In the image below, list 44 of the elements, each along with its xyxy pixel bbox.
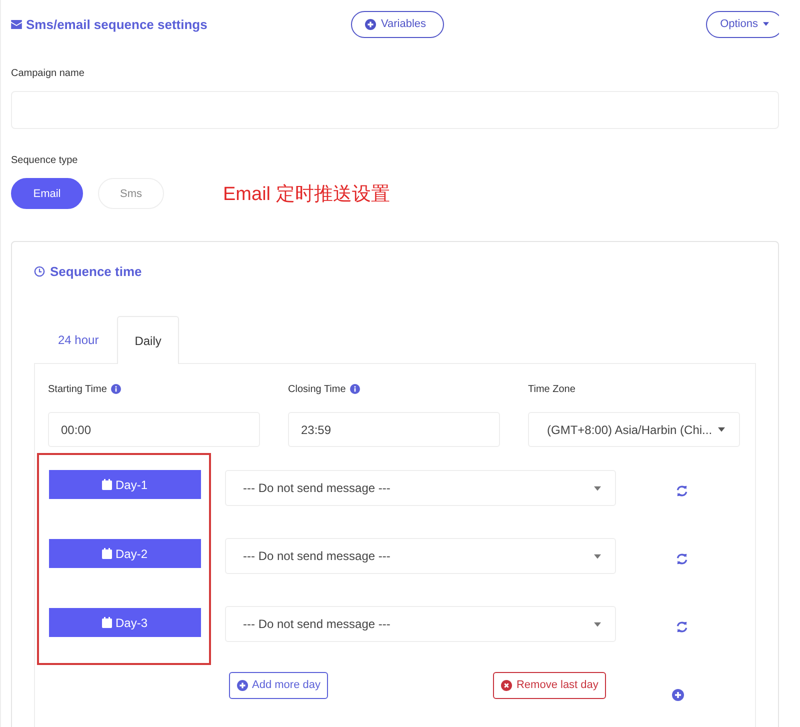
remove-day-button[interactable]: Remove last day	[493, 672, 606, 698]
type-toggle[interactable]: Sms	[98, 178, 164, 209]
time-input[interactable]: 00:00	[48, 412, 260, 447]
tab[interactable]: 24 hour	[40, 315, 117, 363]
caret-icon	[594, 622, 601, 626]
caret-icon	[594, 554, 601, 558]
day-button[interactable]: Day-3	[49, 608, 201, 637]
info-icon[interactable]	[110, 384, 121, 394]
refresh-icon[interactable]	[676, 553, 688, 565]
field-label: Closing Time	[288, 384, 346, 394]
close-circle-icon	[501, 680, 512, 690]
field-label: Starting Time	[48, 384, 107, 394]
type-toggle[interactable]: Email	[11, 178, 83, 209]
message-select[interactable]: --- Do not send message ---	[225, 538, 616, 574]
info-icon[interactable]	[350, 384, 360, 394]
plus-circle-icon	[237, 680, 248, 690]
clock-icon	[34, 266, 45, 277]
plus-circle-icon[interactable]	[672, 689, 684, 701]
options-button[interactable]: Options	[706, 10, 779, 38]
calendar-icon	[102, 548, 112, 559]
tab[interactable]: Daily	[116, 316, 180, 364]
calendar-icon	[102, 479, 112, 490]
time-input[interactable]: 23:59	[288, 412, 500, 447]
field-label: Campaign name	[11, 68, 86, 79]
plus-circle-icon	[365, 18, 376, 30]
caret-icon	[763, 22, 769, 26]
message-select[interactable]: --- Do not send message ---	[225, 470, 616, 506]
refresh-icon[interactable]	[676, 485, 688, 497]
calendar-icon	[102, 617, 112, 628]
day-button[interactable]: Day-2	[49, 539, 201, 568]
section-title: Sms/email sequence settings	[11, 16, 351, 32]
caret-icon	[718, 427, 725, 432]
envelope-icon	[11, 20, 22, 28]
message-select[interactable]: --- Do not send message ---	[225, 606, 616, 642]
day-button[interactable]: Day-1	[49, 470, 201, 499]
refresh-icon[interactable]	[676, 621, 688, 633]
timezone-select[interactable]: (GMT+8:00) Asia/Harbin (Chi...	[528, 412, 740, 447]
field-label: Time Zone	[528, 384, 576, 394]
caret-icon	[594, 486, 601, 490]
card-title: Sequence time	[34, 264, 756, 279]
add-day-button[interactable]: Add more day	[229, 672, 328, 698]
field-label: Sequence type	[11, 155, 79, 166]
annotation-text: Email 定时推送设置	[223, 182, 390, 206]
variables-button[interactable]: Variables	[351, 10, 444, 38]
